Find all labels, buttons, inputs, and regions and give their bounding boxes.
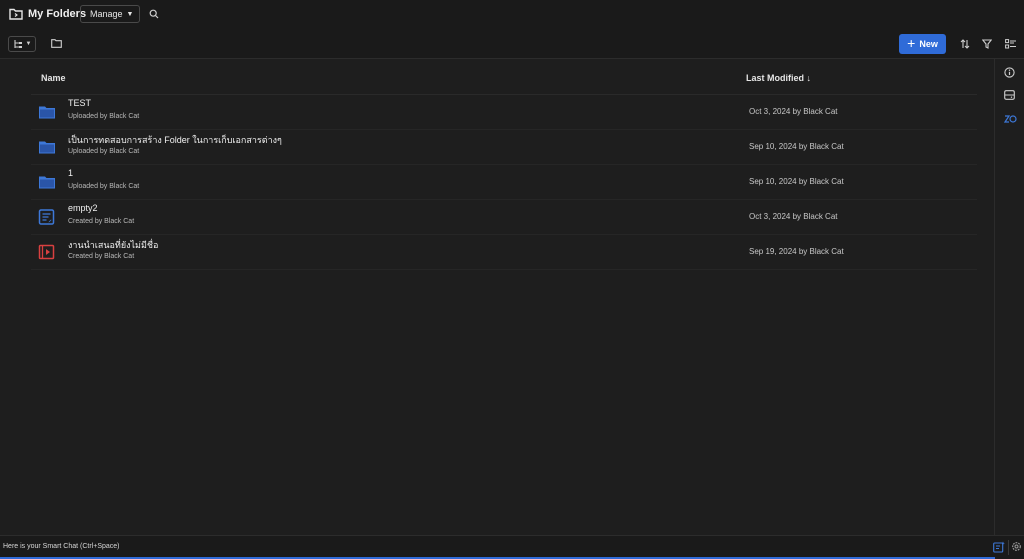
file-modified: Oct 3, 2024 by Black Cat <box>749 212 838 221</box>
table-row[interactable]: TEST Uploaded by Black Cat Oct 3, 2024 b… <box>31 95 977 130</box>
file-name: เป็นการทดสอบการสร้าง Folder ในการเก็บเอก… <box>68 135 282 145</box>
view-options-icon[interactable] <box>1005 39 1016 49</box>
file-owner: Uploaded by Black Cat <box>68 113 140 120</box>
file-name: 1 <box>68 168 74 178</box>
column-header-last-modified[interactable]: Last Modified ↓ <box>746 73 811 83</box>
table-row[interactable]: 1 Uploaded by Black Cat Sep 10, 2024 by … <box>31 165 977 200</box>
column-header-name[interactable]: Name <box>41 73 66 83</box>
file-name: TEST <box>68 98 92 108</box>
tree-view-button[interactable]: ▼ <box>8 36 36 52</box>
right-sidebar <box>994 59 1024 535</box>
folder-icon <box>39 106 55 119</box>
file-modified: Sep 10, 2024 by Black Cat <box>749 142 844 151</box>
new-button[interactable]: + New <box>899 34 946 54</box>
tree-structure-icon <box>13 40 22 48</box>
plus-icon: + <box>907 35 916 51</box>
file-modified: Sep 19, 2024 by Black Cat <box>749 247 844 256</box>
smart-chat-hint[interactable]: Here is your Smart Chat (Ctrl+Space) <box>3 543 120 550</box>
manage-button[interactable]: Manage ▼ <box>80 5 140 23</box>
chevron-down-icon: ▼ <box>126 10 134 18</box>
folder-outline-icon <box>9 8 23 20</box>
file-owner: Uploaded by Black Cat <box>68 183 140 190</box>
file-modified: Oct 3, 2024 by Black Cat <box>749 107 838 116</box>
new-button-label: New <box>919 39 938 49</box>
status-bar: Here is your Smart Chat (Ctrl+Space) <box>0 535 1024 559</box>
sort-icon[interactable] <box>960 39 970 49</box>
presentation-icon <box>38 244 55 260</box>
table-row[interactable]: งานนำเสนอที่ยังไม่มีชื่อ Created by Blac… <box>31 235 977 270</box>
chevron-down-icon: ▼ <box>25 41 32 47</box>
document-icon <box>38 209 55 225</box>
file-modified: Sep 10, 2024 by Black Cat <box>749 177 844 186</box>
file-name: งานนำเสนอที่ยังไม่มีชื่อ <box>68 240 159 250</box>
divider <box>1008 540 1009 555</box>
manage-label: Manage <box>90 9 123 19</box>
file-name: empty2 <box>68 203 98 213</box>
storage-icon[interactable] <box>1004 90 1015 100</box>
file-owner: Created by Black Cat <box>68 218 135 225</box>
new-folder-icon[interactable] <box>51 39 62 48</box>
top-bar: My Folders Manage ▼ <box>0 0 1024 30</box>
table-row[interactable]: เป็นการทดสอบการสร้าง Folder ในการเก็บเอก… <box>31 130 977 165</box>
page-title: My Folders <box>28 8 87 20</box>
ai-assistant-icon[interactable] <box>1004 114 1017 124</box>
filter-icon[interactable] <box>982 39 992 49</box>
toolbar: ▼ + New <box>0 30 1024 59</box>
folder-icon <box>39 141 55 154</box>
info-icon[interactable] <box>1004 67 1015 78</box>
smart-chat-icon[interactable] <box>993 541 1005 553</box>
file-owner: Created by Black Cat <box>68 253 135 260</box>
search-icon[interactable] <box>149 9 159 19</box>
file-owner: Uploaded by Black Cat <box>68 148 140 155</box>
settings-icon[interactable] <box>1011 541 1022 552</box>
table-row[interactable]: empty2 Created by Black Cat Oct 3, 2024 … <box>31 200 977 235</box>
file-list: Name Last Modified ↓ TEST Uploaded by Bl… <box>0 59 994 535</box>
folder-icon <box>39 176 55 189</box>
